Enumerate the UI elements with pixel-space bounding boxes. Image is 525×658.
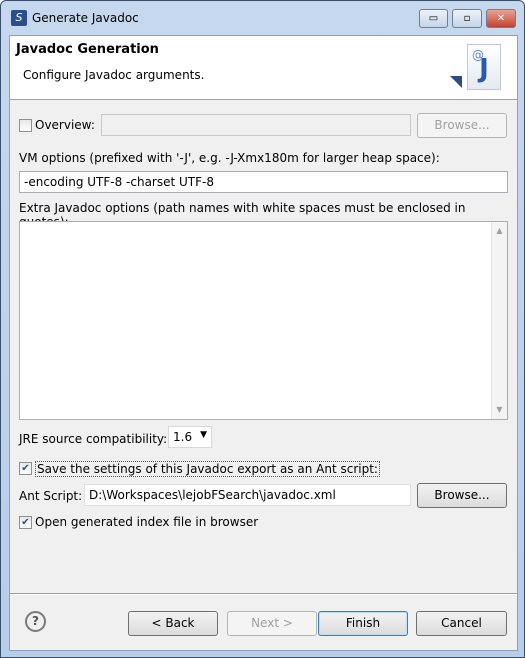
- dialog-body: Javadoc Generation Configure Javadoc arg…: [9, 35, 518, 651]
- next-button[interactable]: Next >: [227, 611, 317, 636]
- window-title: Generate Javadoc: [32, 11, 139, 25]
- minimize-button[interactable]: ▭: [419, 9, 448, 28]
- jre-label: JRE source compatibility:: [19, 432, 168, 446]
- overview-browse-button[interactable]: Browse...: [417, 113, 507, 138]
- overview-label: Overview:: [35, 118, 95, 132]
- title-bar: S Generate Javadoc ▭ ▫ ✕: [1, 1, 524, 35]
- eclipse-icon: S: [11, 10, 27, 26]
- close-button[interactable]: ✕: [486, 9, 516, 28]
- finish-button[interactable]: Finish: [318, 611, 408, 636]
- overview-checkbox[interactable]: [19, 119, 32, 132]
- ant-script-label: Ant Script:: [19, 489, 83, 503]
- wizard-header: Javadoc Generation Configure Javadoc arg…: [10, 36, 517, 100]
- help-icon[interactable]: ?: [25, 611, 46, 632]
- save-ant-label: Save the settings of this Javadoc export…: [35, 461, 380, 477]
- page-title: Javadoc Generation: [16, 42, 159, 57]
- textarea-scrollbar[interactable]: ▲ ▼: [491, 222, 507, 419]
- save-ant-checkbox[interactable]: ✔: [19, 462, 32, 475]
- vm-options-input[interactable]: -encoding UTF-8 -charset UTF-8: [19, 171, 508, 193]
- open-index-label: Open generated index file in browser: [35, 515, 259, 529]
- cancel-button[interactable]: Cancel: [416, 611, 507, 636]
- javadoc-wizard-icon: @ J: [467, 44, 501, 90]
- open-index-checkbox[interactable]: ✔: [19, 516, 32, 529]
- arrow-icon: [450, 76, 462, 88]
- page-subtitle: Configure Javadoc arguments.: [23, 68, 205, 82]
- ant-browse-button[interactable]: Browse...: [417, 483, 507, 508]
- ant-script-input[interactable]: D:\Workspaces\lejobFSearch\javadoc.xml: [84, 484, 411, 506]
- jre-select[interactable]: 1.6 ▼: [168, 426, 212, 448]
- footer-separator: [10, 593, 517, 595]
- chevron-down-icon: ▼: [200, 430, 207, 440]
- overview-input[interactable]: [101, 114, 411, 136]
- vm-options-label: VM options (prefixed with '-J', e.g. -J-…: [19, 151, 440, 165]
- dialog-window: S Generate Javadoc ▭ ▫ ✕ Javadoc Generat…: [0, 0, 525, 658]
- extra-options-textarea[interactable]: [19, 221, 508, 420]
- back-button[interactable]: < Back: [128, 611, 218, 636]
- jre-value: 1.6: [173, 430, 193, 444]
- maximize-button[interactable]: ▫: [452, 9, 482, 28]
